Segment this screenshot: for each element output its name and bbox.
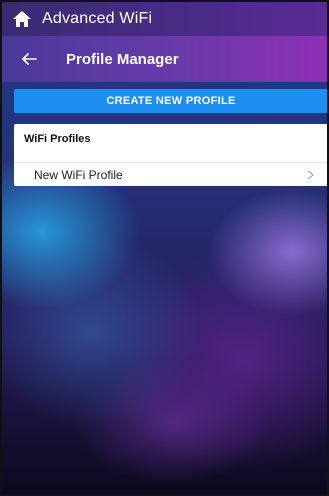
app-title: Advanced WiFi [42,10,153,27]
wifi-profiles-panel: WiFi Profiles New WiFi Profile [14,124,327,186]
list-item-label: New WiFi Profile [34,167,123,182]
back-button[interactable] [10,36,48,82]
list-item-new-wifi-profile[interactable]: New WiFi Profile [14,162,327,186]
app-window: Advanced WiFi Profile Manager CREATE NEW… [0,0,329,496]
back-arrow-icon [22,53,37,65]
chevron-right-icon [307,170,314,180]
create-new-profile-label: CREATE NEW PROFILE [106,95,236,107]
page-title: Profile Manager [66,50,179,68]
create-new-profile-button[interactable]: CREATE NEW PROFILE [14,89,327,113]
navigation-bar: Profile Manager [2,36,327,82]
app-header: Advanced WiFi [2,2,327,36]
wifi-profiles-header: WiFi Profiles [24,133,91,145]
home-icon[interactable] [12,10,32,28]
